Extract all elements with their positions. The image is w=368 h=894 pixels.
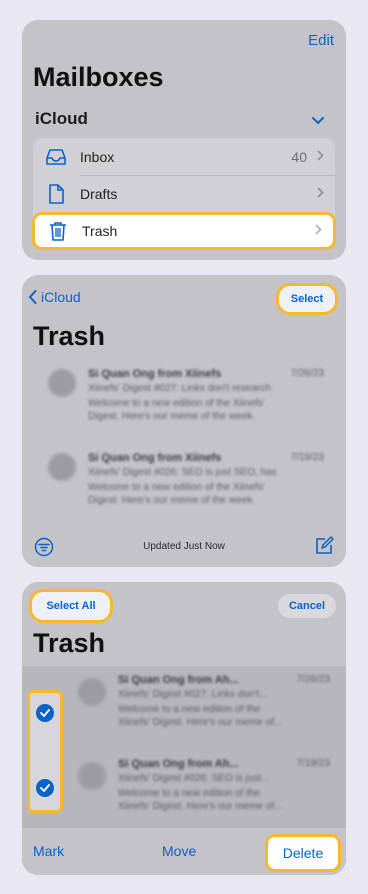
message-sender: Si Quan Ong from Xiinefs <box>88 452 222 464</box>
message-date: 7/19/23 <box>290 452 324 463</box>
chevron-left-icon <box>28 290 37 304</box>
list-item[interactable]: Si Quan Ong from Xiinefs 7/19/23 Xiinefs… <box>22 447 346 529</box>
avatar <box>78 678 106 706</box>
move-button[interactable]: Move <box>162 843 196 859</box>
compose-icon[interactable] <box>314 536 334 561</box>
list-item[interactable]: Si Quan Ong from Ah... 7/26/23 Xiinefs' … <box>22 668 346 750</box>
list-item[interactable]: Si Quan Ong from Ah... 7/19/23 Xiinefs' … <box>22 752 346 834</box>
mailbox-item-inbox[interactable]: Inbox 40 <box>33 138 335 175</box>
select-all-button[interactable]: Select All <box>29 589 113 623</box>
mailbox-label: Trash <box>82 223 118 239</box>
mailbox-item-trash[interactable]: Trash <box>32 212 336 250</box>
chevron-right-icon <box>317 148 324 166</box>
message-list: Si Quan Ong from Ah... 7/26/23 Xiinefs' … <box>22 666 346 828</box>
mark-button[interactable]: Mark <box>33 843 64 859</box>
document-icon <box>45 183 67 205</box>
trash-panel: iCloud Select Trash Si Quan Ong from Xii… <box>22 275 346 567</box>
message-preview: Welcome to a new edition of the Xiinefs'… <box>118 788 283 812</box>
avatar <box>48 453 76 481</box>
message-sender: Si Quan Ong from Ah... <box>118 758 239 770</box>
message-subject: Xiinefs' Digest #027: Links don't... <box>118 689 268 700</box>
trash-select-panel: Select All Cancel Trash Si Quan Ong from… <box>22 582 346 875</box>
avatar <box>48 369 76 397</box>
page-title: Trash <box>33 628 106 658</box>
message-date: 7/19/23 <box>296 758 330 769</box>
message-date: 7/26/23 <box>290 368 324 379</box>
unread-count: 40 <box>291 148 307 165</box>
inbox-icon <box>45 146 67 168</box>
message-preview: Welcome to a new edition of the Xiinefs'… <box>118 704 283 728</box>
action-toolbar: Mark Move Delete <box>22 829 346 875</box>
mailbox-list: Inbox 40 Drafts Trash <box>32 138 336 250</box>
account-header: iCloud <box>35 109 88 128</box>
chevron-right-icon <box>315 222 322 240</box>
chevron-right-icon <box>317 185 324 203</box>
checkmark-icon[interactable] <box>36 704 54 722</box>
delete-button[interactable]: Delete <box>265 834 341 872</box>
chevron-down-icon[interactable] <box>312 112 324 130</box>
message-sender: Si Quan Ong from Ah... <box>118 674 239 686</box>
message-preview: Welcome to a new edition of the Xiinefs'… <box>88 482 265 506</box>
trash-icon <box>47 220 69 242</box>
mailbox-label: Drafts <box>80 185 118 202</box>
mailboxes-panel: Edit Mailboxes iCloud Inbox 40 Drafts Tr… <box>22 20 346 260</box>
message-subject: Xiinefs' Digest #026: SEO is just... <box>118 773 270 784</box>
select-button[interactable]: Select <box>276 283 338 315</box>
avatar <box>78 762 106 790</box>
message-sender: Si Quan Ong from Xiinefs <box>88 368 222 380</box>
cancel-button[interactable]: Cancel <box>278 594 336 618</box>
status-text: Updated Just Now <box>143 541 225 552</box>
checkmark-icon[interactable] <box>36 779 54 797</box>
list-item[interactable]: Si Quan Ong from Xiinefs 7/26/23 Xiinefs… <box>22 363 346 445</box>
back-label: iCloud <box>41 289 81 305</box>
selection-column <box>27 690 63 813</box>
message-date: 7/26/23 <box>296 674 330 685</box>
message-preview: Welcome to a new edition of the Xiinefs'… <box>88 398 265 422</box>
page-title: Mailboxes <box>33 62 164 92</box>
mailbox-label: Inbox <box>80 148 115 165</box>
mailbox-item-drafts[interactable]: Drafts <box>33 175 335 212</box>
edit-button[interactable]: Edit <box>308 32 334 49</box>
back-button[interactable]: iCloud <box>28 289 81 305</box>
toolbar: Updated Just Now <box>22 527 346 567</box>
page-title: Trash <box>33 321 106 351</box>
message-subject: Xiinefs' Digest #027: Links don't resear… <box>88 383 271 394</box>
message-subject: Xiinefs' Digest #026: SEO is just SEO, h… <box>88 467 277 478</box>
